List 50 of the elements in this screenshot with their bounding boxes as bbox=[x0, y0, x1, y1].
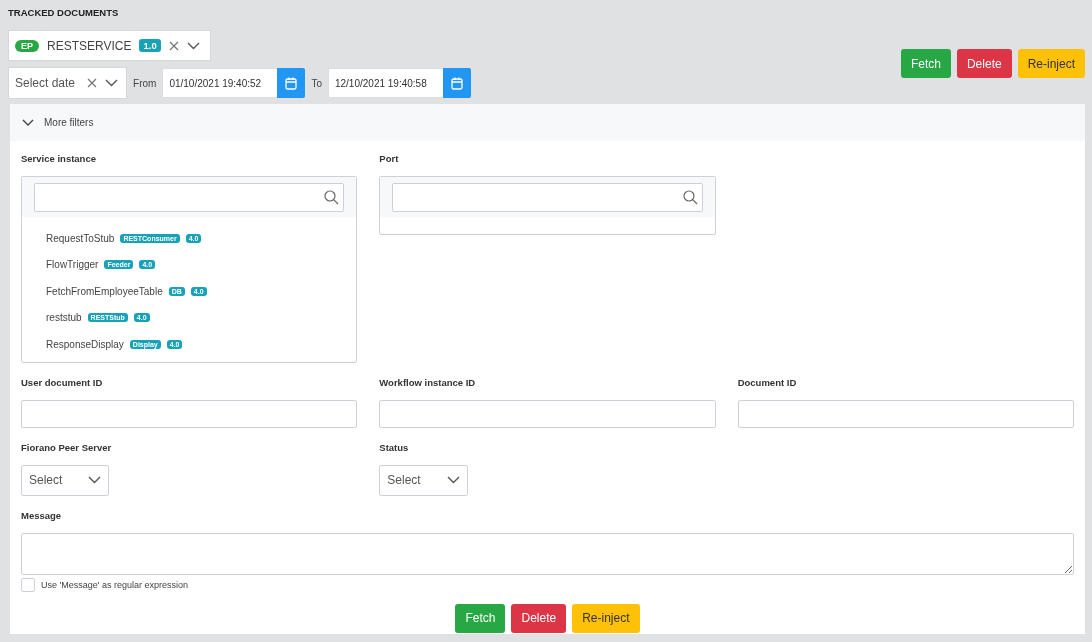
application-select[interactable]: EP RESTSERVICE 1.0 bbox=[8, 30, 211, 61]
field-label: Document ID bbox=[737, 376, 798, 388]
input-field[interactable] bbox=[737, 399, 1074, 428]
field-label: Service instance bbox=[21, 153, 97, 164]
calendar-icon bbox=[285, 76, 298, 90]
calendar-button[interactable] bbox=[442, 68, 471, 98]
from-label: From bbox=[133, 77, 157, 89]
to-label: To bbox=[311, 77, 322, 89]
clear-icon[interactable] bbox=[168, 40, 179, 51]
date-select[interactable]: Select date bbox=[8, 67, 128, 99]
warning-button[interactable]: Re-inject bbox=[1017, 49, 1085, 78]
search-icon bbox=[324, 190, 340, 205]
chevron-down-icon[interactable] bbox=[186, 41, 200, 50]
calendar-icon bbox=[450, 76, 463, 90]
from-date-field[interactable]: 01/10/2021 19:40:52 bbox=[162, 68, 278, 98]
chevron-down-icon[interactable] bbox=[105, 79, 119, 87]
warning-button[interactable]: Re-inject bbox=[572, 603, 640, 633]
field-label: Port bbox=[379, 153, 400, 164]
service-instance-item[interactable]: FetchFromEmployeeTable bbox=[46, 285, 163, 297]
chevron-down-icon bbox=[88, 476, 102, 484]
service-instance-item[interactable]: reststub bbox=[46, 312, 82, 324]
calendar-button[interactable] bbox=[277, 68, 306, 98]
service-instance-item[interactable]: ResponseDisplay bbox=[46, 338, 124, 350]
service-instance-item[interactable]: FlowTrigger bbox=[46, 259, 99, 271]
danger-button[interactable]: Delete bbox=[956, 49, 1012, 78]
search-icon bbox=[682, 190, 698, 205]
field-label: Status bbox=[379, 441, 410, 453]
field-label: Workflow instance ID bbox=[379, 376, 477, 388]
to-date-field[interactable]: 12/10/2021 19:40:58 bbox=[327, 68, 443, 98]
ep-badge: EP bbox=[15, 39, 39, 52]
field-label: Message bbox=[21, 509, 63, 521]
checkbox-label: Use 'Message' as regular expression bbox=[41, 579, 188, 590]
danger-button[interactable]: Delete bbox=[511, 603, 567, 633]
search-field[interactable] bbox=[34, 183, 345, 212]
clear-icon[interactable] bbox=[87, 78, 98, 88]
message-field[interactable] bbox=[21, 532, 1074, 575]
input-field[interactable] bbox=[21, 399, 358, 428]
input-field[interactable] bbox=[379, 399, 716, 428]
application-name: RESTSERVICE bbox=[47, 38, 132, 53]
more-filters-header[interactable]: More filters bbox=[10, 104, 1085, 141]
select-dropdown[interactable]: Select bbox=[379, 464, 468, 496]
checkbox[interactable] bbox=[21, 577, 35, 592]
select-dropdown[interactable]: Select bbox=[21, 464, 110, 496]
version-badge: 1.0 bbox=[139, 39, 161, 52]
search-field[interactable] bbox=[392, 183, 703, 212]
page-title: TRACKED DOCUMENTS bbox=[8, 7, 120, 18]
service-instance-item[interactable]: RequestToStub bbox=[46, 232, 115, 244]
field-label: User document ID bbox=[21, 376, 104, 388]
chevron-down-icon bbox=[446, 476, 460, 484]
field-label: Fiorano Peer Server bbox=[21, 441, 113, 453]
